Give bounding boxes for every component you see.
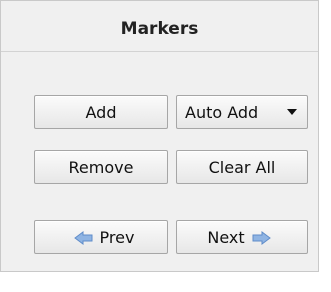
- add-button[interactable]: Add: [34, 95, 168, 129]
- remove-button[interactable]: Remove: [34, 150, 168, 184]
- markers-panel: Markers Add Auto Add Remove Clear All Pr…: [0, 0, 319, 272]
- auto-add-label: Auto Add: [185, 102, 259, 122]
- clear-all-button[interactable]: Clear All: [176, 150, 308, 184]
- auto-add-dropdown[interactable]: Auto Add: [176, 95, 308, 129]
- remove-button-label: Remove: [68, 157, 134, 177]
- next-button[interactable]: Next: [176, 220, 308, 254]
- prev-button[interactable]: Prev: [34, 220, 168, 254]
- next-button-label: Next: [207, 227, 245, 247]
- clear-all-button-label: Clear All: [208, 157, 276, 177]
- panel-header: Markers: [1, 1, 318, 52]
- left-arrow-icon: [73, 230, 94, 245]
- prev-button-label: Prev: [99, 227, 135, 247]
- chevron-down-icon: [287, 109, 297, 115]
- add-button-label: Add: [85, 102, 117, 122]
- panel-title: Markers: [120, 19, 199, 39]
- right-arrow-icon: [251, 230, 271, 245]
